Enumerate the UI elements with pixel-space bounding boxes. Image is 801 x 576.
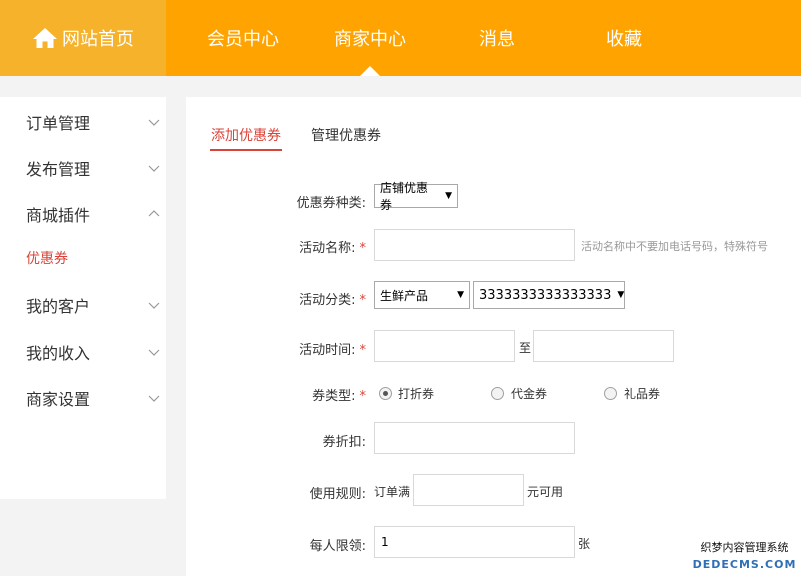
radio-discount-label: 打折券 [398, 387, 435, 401]
dropdown-arrow-icon: ▼ [445, 191, 452, 201]
coupon-type-label: 优惠券种类: [296, 196, 366, 211]
main-panel: 添加优惠券 管理优惠券 优惠券种类: 店铺优惠券 ▼ 活动名称: * 活动名称中不要… [186, 97, 801, 576]
limit-unit: 张 [578, 537, 591, 551]
sidebar-item-publish[interactable]: 发布管理 [26, 156, 160, 180]
nav-merchant-center[interactable]: 商家中心 [334, 0, 406, 76]
sidebar-item-label: 我的收入 [26, 344, 91, 363]
sidebar-item-label: 发布管理 [26, 160, 91, 179]
home-link[interactable]: 网站首页 [0, 0, 166, 76]
sidebar-item-label: 商家设置 [26, 390, 91, 409]
activity-name-hint: 活动名称中不要加电话号码，特殊符号 [581, 240, 768, 253]
nav-favorites[interactable]: 收藏 [606, 0, 642, 76]
time-separator: 至 [519, 341, 532, 355]
start-time-input[interactable] [374, 330, 515, 362]
sidebar-item-label: 商城插件 [26, 206, 91, 225]
nav-messages[interactable]: 消息 [479, 0, 515, 76]
limit-label: 每人限领: [309, 539, 366, 554]
sidebar-item-income[interactable]: 我的收入 [26, 340, 160, 364]
tab-manage-coupons[interactable]: 管理优惠券 [311, 125, 381, 145]
rule-prefix: 订单满 [374, 485, 411, 499]
sidebar-item-plugins[interactable]: 商城插件 [26, 202, 160, 226]
dropdown-arrow-icon: ▼ [617, 290, 625, 300]
chevron-down-icon [148, 302, 160, 309]
limit-input[interactable] [374, 526, 575, 558]
active-tab-underline [210, 149, 282, 151]
usage-rule-label: 使用规则: [309, 487, 366, 502]
sidebar-item-orders[interactable]: 订单管理 [26, 110, 160, 134]
radio-cash[interactable] [491, 387, 504, 400]
home-label: 网站首页 [62, 29, 134, 50]
activity-name-input[interactable] [374, 229, 575, 261]
top-nav: 网站首页 会员中心 商家中心 消息 收藏 [0, 0, 801, 76]
nav-member-center[interactable]: 会员中心 [207, 0, 279, 76]
watermark-line2: DEDECMS.COM [692, 558, 797, 571]
subcategory-select[interactable]: 3333333333333333 ▼ [473, 281, 625, 309]
radio-gift[interactable] [604, 387, 617, 400]
sidebar-item-customers[interactable]: 我的客户 [26, 293, 160, 317]
radio-gift-label: 礼品券 [624, 387, 661, 401]
activity-name-label: 活动名称: * [299, 241, 366, 256]
chevron-down-icon [148, 349, 160, 356]
active-nav-caret [360, 66, 380, 76]
tab-add-coupon[interactable]: 添加优惠券 [211, 125, 281, 145]
radio-discount[interactable] [379, 387, 392, 400]
sidebar-item-label: 我的客户 [26, 297, 91, 316]
category-value: 生鲜产品 [380, 288, 429, 303]
chevron-down-icon [148, 165, 160, 172]
watermark-logo: 织梦内容管理系统 DEDECMS.COM [688, 539, 801, 576]
watermark-line1: 织梦内容管理系统 [700, 541, 789, 554]
activity-time-label: 活动时间: * [299, 343, 366, 358]
dropdown-arrow-icon: ▼ [457, 290, 464, 300]
chevron-down-icon [148, 395, 160, 402]
subcategory-value: 3333333333333333 [479, 287, 612, 303]
sidebar-item-settings[interactable]: 商家设置 [26, 386, 160, 410]
sidebar: 订单管理 发布管理 商城插件 优惠券 我的客户 我的收入 商家设置 [0, 97, 166, 499]
sidebar-subitem-coupons[interactable]: 优惠券 [26, 248, 68, 268]
coupon-kind-label: 券类型: * [312, 389, 366, 404]
rule-suffix: 元可用 [527, 485, 564, 499]
discount-label: 券折扣: [322, 435, 366, 450]
sidebar-item-label: 订单管理 [26, 114, 91, 133]
end-time-input[interactable] [533, 330, 674, 362]
activity-category-label: 活动分类: * [299, 293, 366, 308]
chevron-up-icon [148, 210, 160, 217]
coupon-type-value: 店铺优惠券 [380, 181, 429, 212]
coupon-type-select[interactable]: 店铺优惠券 ▼ [374, 181, 458, 212]
discount-input[interactable] [374, 422, 575, 454]
min-order-input[interactable] [413, 474, 524, 506]
home-icon [33, 28, 57, 48]
category-select[interactable]: 生鲜产品 ▼ [374, 281, 470, 309]
chevron-down-icon [148, 119, 160, 126]
radio-cash-label: 代金券 [511, 387, 548, 401]
